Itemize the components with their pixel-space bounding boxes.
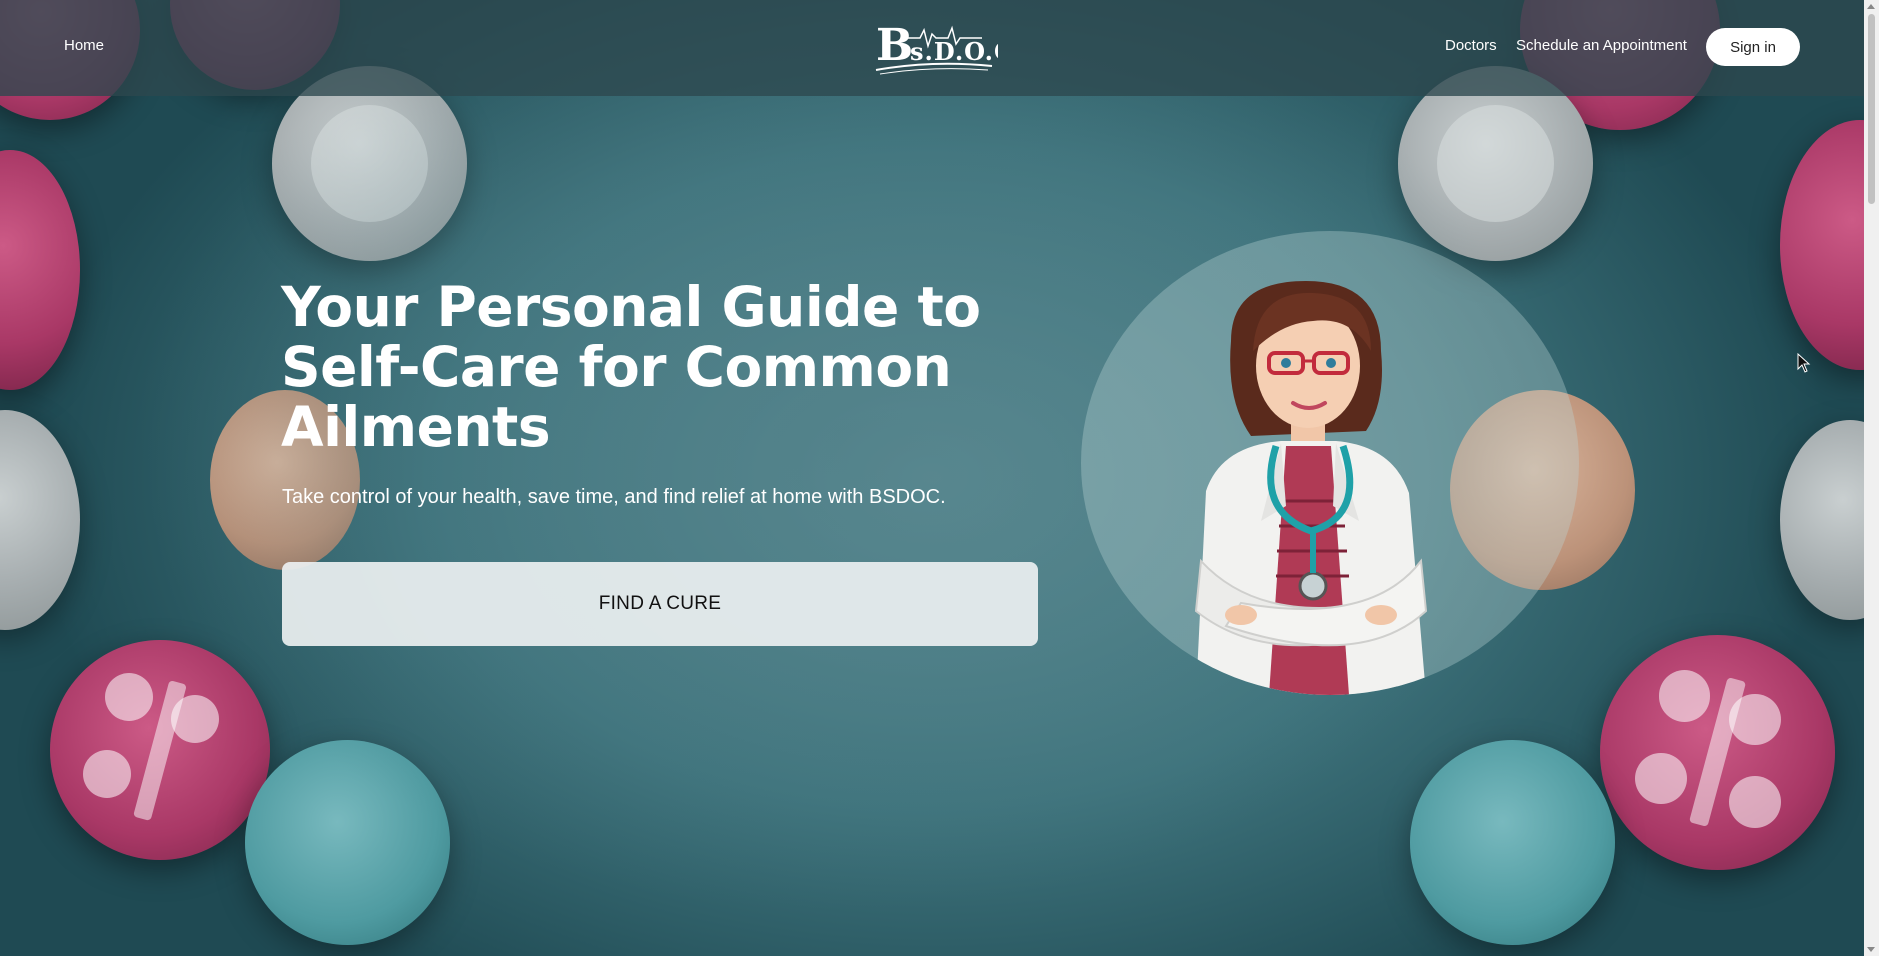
nav-doctors-link[interactable]: Doctors [1445,37,1497,54]
hero-title: Your Personal Guide to Self-Care for Com… [281,277,1041,457]
nav-home-link[interactable]: Home [64,37,104,54]
cursor-icon [1797,352,1811,378]
scroll-up-arrow-icon[interactable] [1867,4,1875,9]
scroll-down-arrow-icon[interactable] [1867,947,1875,952]
svg-text:s.D.O.C: s.D.O.C [910,37,998,66]
svg-text:B: B [876,20,913,71]
hero-title-line: Self-Care for Common [281,335,952,399]
nav-schedule-appointment-link[interactable]: Schedule an Appointment [1516,37,1687,54]
hero-background [0,0,1864,956]
doctor-illustration-icon [1194,281,1428,695]
logo-icon: B s.D.O.C [875,20,1013,75]
scrollbar-thumb[interactable] [1868,14,1875,204]
find-a-cure-button[interactable]: FIND A CURE [282,562,1038,646]
hero-title-line: Ailments [281,395,551,459]
top-navigation-bar: Home B s.D.O.C Doctors Schedule an Appoi… [0,0,1864,96]
page-scrollbar[interactable] [1864,0,1879,956]
sign-in-button[interactable]: Sign in [1706,28,1800,66]
hero-subtitle: Take control of your health, save time, … [282,486,946,508]
bsdoc-logo[interactable]: B s.D.O.C [872,18,1013,80]
hero-title-line: Your Personal Guide to [281,275,981,339]
doctor-portrait-circle [1081,231,1579,695]
background-veil [0,0,1864,956]
